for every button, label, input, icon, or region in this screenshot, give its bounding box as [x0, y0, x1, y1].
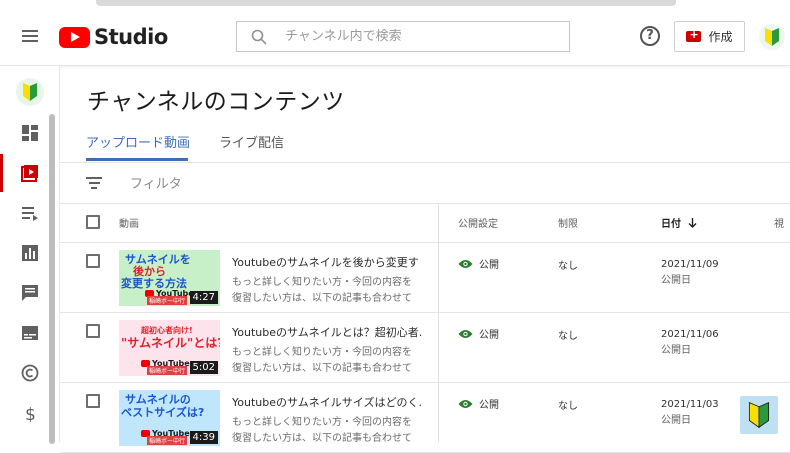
sidebar: $: [0, 66, 60, 444]
description-line: 復習したい方は、以下の記事も合わせて: [232, 433, 412, 444]
dashboard-icon[interactable]: [21, 124, 39, 142]
visibility-control[interactable]: 公開: [458, 326, 499, 341]
sidebar-scrollbar[interactable]: [49, 114, 55, 444]
table-row[interactable]: サムネイルを 後から 変更する方法 YouTube 稲崎ボー中行 4:27 Yo…: [60, 243, 790, 313]
description-line: もっと詳しく知りたい方・今回の内容を: [232, 417, 412, 428]
browser-strip: [96, 0, 676, 6]
beginner-mark-icon: [23, 83, 37, 101]
youtube-play-icon: [59, 26, 90, 48]
date-cell: 2021/11/03 公開日: [661, 397, 719, 429]
video-description: もっと詳しく知りたい方・今回の内容を 復習したい方は、以下の記事も合わせて: [232, 275, 422, 307]
beginner-mark-icon: [748, 402, 770, 428]
row-checkbox[interactable]: [86, 254, 100, 268]
eye-icon: [458, 399, 473, 408]
svg-text:$: $: [25, 405, 36, 422]
filter-input[interactable]: フィルタ: [130, 173, 182, 192]
date-cell: 2021/11/06 公開日: [661, 327, 719, 359]
playlists-icon[interactable]: [21, 204, 39, 222]
top-bar: Studio ? 作成: [0, 0, 790, 66]
table-row[interactable]: サムネイルの ベストサイズは? YouTube 稲崎ボー中行 4:39 Yout…: [60, 383, 790, 453]
visibility-label: 公開: [479, 260, 499, 271]
video-description: もっと詳しく知りたい方・今回の内容を 復習したい方は、以下の記事も合わせて: [232, 415, 422, 447]
video-thumbnail[interactable]: サムネイルの ベストサイズは? YouTube 稲崎ボー中行 4:39: [119, 390, 220, 446]
create-button[interactable]: 作成: [674, 21, 745, 52]
video-duration: 5:02: [189, 361, 218, 374]
subtitles-icon[interactable]: [21, 324, 39, 342]
date-sub-label: 公開日: [661, 345, 691, 356]
restriction-value: なし: [558, 331, 578, 342]
video-title[interactable]: Youtubeのサムネイルサイズはどのく...: [232, 394, 422, 410]
column-header-views[interactable]: 視: [774, 215, 784, 230]
eye-icon: [458, 259, 473, 268]
row-checkbox[interactable]: [86, 324, 100, 338]
video-thumbnail[interactable]: サムネイルを 後から 変更する方法 YouTube 稲崎ボー中行 4:27: [119, 250, 220, 306]
date-value: 2021/11/09: [661, 259, 719, 270]
divider: [60, 162, 790, 163]
content-icon[interactable]: [21, 164, 39, 182]
search-icon: [251, 29, 267, 45]
tab-live[interactable]: ライブ配信: [219, 132, 284, 151]
video-camera-icon: [686, 28, 702, 42]
description-line: 復習したい方は、以下の記事も合わせて: [232, 293, 412, 304]
divider: [60, 203, 790, 204]
thumbnail-tag: 稲崎ボー中行: [147, 296, 188, 305]
video-duration: 4:27: [189, 291, 218, 304]
date-cell: 2021/11/09 公開日: [661, 257, 719, 289]
column-header-visibility[interactable]: 公開設定: [458, 215, 498, 230]
beginner-mark-icon: [765, 28, 779, 46]
column-header-video: 動画: [119, 219, 139, 230]
copyright-icon[interactable]: [21, 364, 39, 382]
table-row[interactable]: 超初心者向け! "サムネイル"とは? YouTube 稲崎ボー中行 5:02 Y…: [60, 313, 790, 383]
restriction-value: なし: [558, 401, 578, 412]
row-checkbox[interactable]: [86, 394, 100, 408]
description-line: もっと詳しく知りたい方・今回の内容を: [232, 277, 412, 288]
video-title[interactable]: Youtubeのサムネイルとは？超初心者...: [232, 324, 422, 340]
active-indicator: [0, 154, 3, 192]
tab-uploads[interactable]: アップロード動画: [86, 132, 190, 151]
comments-icon[interactable]: [21, 284, 39, 302]
thumbnail-tag: 稲崎ボー中行: [147, 436, 188, 445]
visibility-label: 公開: [479, 330, 499, 341]
thumbnail-tag: 稲崎ボー中行: [147, 366, 188, 375]
help-icon[interactable]: ?: [640, 26, 660, 46]
date-value: 2021/11/03: [661, 399, 719, 410]
description-line: もっと詳しく知りたい方・今回の内容を: [232, 347, 412, 358]
select-all-checkbox[interactable]: [86, 215, 100, 229]
visibility-control[interactable]: 公開: [458, 396, 499, 411]
studio-logo[interactable]: Studio: [59, 25, 168, 49]
analytics-icon[interactable]: [21, 244, 39, 262]
main-content: チャンネルのコンテンツ アップロード動画 ライブ配信 フィルタ 動画 公開設定 …: [60, 66, 790, 453]
column-header-restrictions[interactable]: 制限: [558, 215, 578, 230]
thumbnail-text: "サムネイル"とは?: [121, 336, 220, 350]
visibility-label: 公開: [479, 400, 499, 411]
create-label: 作成: [708, 30, 733, 44]
date-sub-label: 公開日: [661, 415, 691, 426]
active-tab-underline: [86, 158, 188, 161]
menu-icon[interactable]: [22, 30, 38, 42]
video-description: もっと詳しく知りたい方・今回の内容を 復習したい方は、以下の記事も合わせて: [232, 345, 422, 377]
video-duration: 4:39: [189, 431, 218, 444]
date-header-label: 日付: [661, 219, 681, 230]
channel-search[interactable]: [236, 21, 570, 52]
corner-avatar: [740, 396, 778, 434]
logo-text: Studio: [94, 25, 168, 49]
column-header-date[interactable]: 日付: [661, 215, 697, 230]
video-thumbnail[interactable]: 超初心者向け! "サムネイル"とは? YouTube 稲崎ボー中行 5:02: [119, 320, 220, 376]
sort-down-arrow-icon: [688, 218, 697, 228]
page-title: チャンネルのコンテンツ: [87, 89, 345, 115]
search-input[interactable]: [285, 29, 555, 44]
visibility-control[interactable]: 公開: [458, 256, 499, 271]
thumbnail-text: サムネイルの: [125, 393, 191, 406]
date-value: 2021/11/06: [661, 329, 719, 340]
account-avatar[interactable]: [759, 24, 785, 50]
monetization-icon[interactable]: $: [21, 404, 39, 422]
video-title[interactable]: Youtubeのサムネイルを後から変更す: [232, 254, 422, 270]
channel-avatar[interactable]: [16, 78, 44, 106]
description-line: 復習したい方は、以下の記事も合わせて: [232, 363, 412, 374]
eye-icon: [458, 329, 473, 338]
thumbnail-text: ベストサイズは?: [121, 406, 205, 419]
restriction-value: なし: [558, 261, 578, 272]
date-sub-label: 公開日: [661, 275, 691, 286]
filter-icon[interactable]: [86, 177, 102, 189]
